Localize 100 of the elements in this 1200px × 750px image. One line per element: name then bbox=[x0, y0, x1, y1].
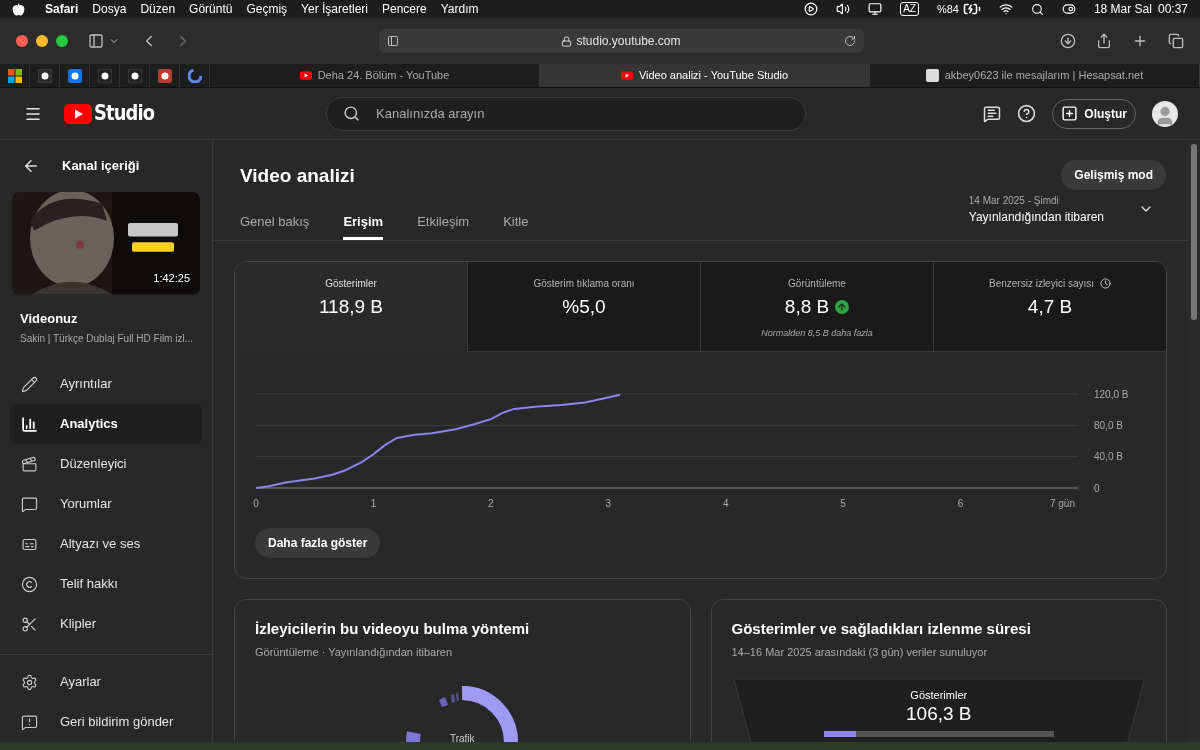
apple-icon[interactable] bbox=[12, 2, 25, 16]
lock-icon bbox=[561, 35, 573, 47]
y-axis-label: 80,0 B bbox=[1094, 419, 1123, 431]
metric-tile[interactable]: Gösterim tıklama oranı %5,0 bbox=[468, 261, 701, 352]
video-duration: 1:42:25 bbox=[153, 271, 190, 286]
tab[interactable]: Kitle bbox=[503, 201, 529, 240]
reload-icon[interactable] bbox=[843, 35, 856, 47]
wifi-icon[interactable] bbox=[998, 2, 1013, 16]
studio-logo[interactable]: Studio bbox=[64, 97, 165, 130]
share-icon[interactable] bbox=[1096, 33, 1112, 49]
tab[interactable]: Erişim bbox=[343, 201, 384, 240]
comment-icon[interactable] bbox=[983, 104, 1002, 123]
volume-icon[interactable] bbox=[836, 2, 851, 16]
x-axis-label: 1 bbox=[370, 497, 377, 509]
settings-icon bbox=[21, 673, 38, 691]
search-icon bbox=[343, 105, 361, 122]
menu-item[interactable]: Geçmiş bbox=[246, 0, 288, 18]
swirl-icon[interactable] bbox=[187, 68, 202, 83]
menu-item[interactable]: Pencere bbox=[382, 0, 427, 18]
clock-icon[interactable] bbox=[1100, 277, 1111, 289]
menu-item[interactable]: Düzen bbox=[140, 0, 176, 18]
nav-item[interactable]: Ayrıntılar bbox=[10, 364, 202, 404]
nav-item[interactable]: Klipler bbox=[10, 604, 202, 644]
donut-center-label: Trafik bbox=[449, 731, 475, 742]
avatar[interactable] bbox=[1152, 100, 1178, 127]
page-menu-icon[interactable] bbox=[386, 35, 399, 47]
metric-label: Gösterimler bbox=[325, 276, 377, 291]
card-title: Gösterimler ve sağladıkları izlenme süresi bbox=[731, 618, 1032, 639]
download-icon[interactable] bbox=[1060, 33, 1076, 49]
advanced-mode-button[interactable]: Gelişmiş mod bbox=[1061, 160, 1166, 190]
new-tab-icon[interactable] bbox=[1132, 33, 1148, 49]
app-icon[interactable] bbox=[37, 68, 52, 83]
search-field[interactable]: Kanalınızda arayın bbox=[326, 96, 807, 131]
tab[interactable]: Etkileşim bbox=[417, 201, 470, 240]
video-title: Sakin | Türkçe Dublaj Full HD Film izl... bbox=[20, 332, 192, 346]
browser-tab[interactable]: Video analizi - YouTube Studio bbox=[540, 64, 870, 87]
input-source[interactable]: AZ bbox=[900, 2, 919, 16]
help-icon[interactable] bbox=[1017, 104, 1037, 123]
app-icon[interactable] bbox=[67, 68, 82, 83]
metric-value: 118,9 B bbox=[318, 294, 384, 319]
app-icon[interactable] bbox=[127, 68, 142, 83]
card-subtitle: 14–16 Mar 2025 arasındaki (3 gün) veriler sunuluyor bbox=[731, 645, 989, 660]
metric-value: 4,7 B bbox=[1027, 294, 1073, 319]
play-logo-icon bbox=[299, 71, 312, 80]
play-logo-icon bbox=[620, 71, 633, 80]
show-more-button[interactable]: Daha fazla göster bbox=[255, 527, 381, 558]
control-center-icon[interactable] bbox=[1061, 2, 1076, 16]
clapperboard-icon bbox=[21, 455, 38, 473]
copyright-icon bbox=[21, 575, 38, 593]
close-button[interactable] bbox=[16, 35, 28, 47]
nav-item[interactable]: Geri bildirim gönder bbox=[10, 702, 202, 742]
menu-item[interactable]: Dosya bbox=[92, 0, 127, 18]
tab[interactable]: Genel bakış bbox=[240, 201, 310, 240]
tabs-overview-icon[interactable] bbox=[1168, 33, 1184, 49]
scrollbar-thumb[interactable] bbox=[1191, 144, 1197, 320]
feedback-icon bbox=[21, 713, 38, 731]
zoom-button[interactable] bbox=[56, 35, 68, 47]
metric-label: Görüntüleme bbox=[788, 276, 846, 291]
x-axis-label: 6 bbox=[957, 497, 964, 509]
metric-note: Normalden 8,5 B daha fazla bbox=[761, 327, 873, 340]
app-icon[interactable] bbox=[97, 68, 112, 83]
nav-item[interactable]: Analytics bbox=[10, 404, 202, 444]
x-axis-label: 4 bbox=[722, 497, 729, 509]
y-axis-label: 0 bbox=[1094, 482, 1100, 493]
y-axis-label: 40,0 B bbox=[1094, 450, 1123, 462]
address-bar[interactable]: studio.youtube.com bbox=[378, 29, 864, 53]
search-icon[interactable] bbox=[1030, 2, 1044, 16]
app-icon[interactable] bbox=[157, 68, 172, 83]
date-range-selector[interactable]: 14 Mar 2025 - Şimdi Yayınlandığından itibaren bbox=[968, 192, 1154, 226]
y-axis-label: 120,0 B bbox=[1094, 388, 1129, 399]
x-axis-label: 7 gün bbox=[1049, 497, 1075, 509]
video-label: Videonuz bbox=[20, 309, 79, 328]
menu-time: 00:37 bbox=[1157, 1, 1188, 18]
metric-tile[interactable]: Benzersiz izleyici sayısı 4,7 B bbox=[934, 261, 1166, 352]
menu-item[interactable]: Safari bbox=[45, 0, 79, 18]
nav-item[interactable]: Altyazı ve ses bbox=[10, 524, 202, 564]
minimize-button[interactable] bbox=[36, 35, 48, 47]
x-axis-label: 5 bbox=[840, 497, 846, 509]
menu-item[interactable]: Görüntü bbox=[189, 0, 233, 18]
metric-tile[interactable]: Gösterimler 118,9 B bbox=[235, 261, 468, 352]
page-title: Video analizi bbox=[240, 164, 355, 188]
menu-item[interactable]: Yardım bbox=[440, 0, 479, 18]
back-link[interactable]: Kanal içeriği bbox=[62, 156, 140, 176]
site-favicon-icon bbox=[925, 69, 939, 82]
battery-percent: %84 bbox=[936, 1, 959, 17]
display-icon[interactable] bbox=[868, 2, 883, 16]
windows-icon[interactable] bbox=[7, 68, 22, 83]
play-logo-icon bbox=[64, 103, 92, 124]
metric-value: %5,0 bbox=[562, 294, 606, 319]
x-axis-label: 0 bbox=[253, 497, 259, 509]
play-icon[interactable] bbox=[804, 2, 819, 16]
nav-item[interactable]: Yorumlar bbox=[10, 484, 202, 524]
search-input[interactable]: Kanalınızda arayın bbox=[376, 103, 790, 124]
sidebar-icon[interactable] bbox=[88, 33, 104, 49]
nav-item[interactable]: Ayarlar bbox=[10, 662, 202, 702]
add-video-icon bbox=[1061, 105, 1079, 122]
metric-tile[interactable]: Görüntüleme 8,8 B Normalden 8,5 B daha fazla bbox=[701, 261, 934, 352]
menu-item[interactable]: Yer İşaretleri bbox=[301, 0, 368, 18]
nav-item[interactable]: Düzenleyici bbox=[10, 444, 202, 484]
nav-item[interactable]: Telif hakkı bbox=[10, 564, 202, 604]
